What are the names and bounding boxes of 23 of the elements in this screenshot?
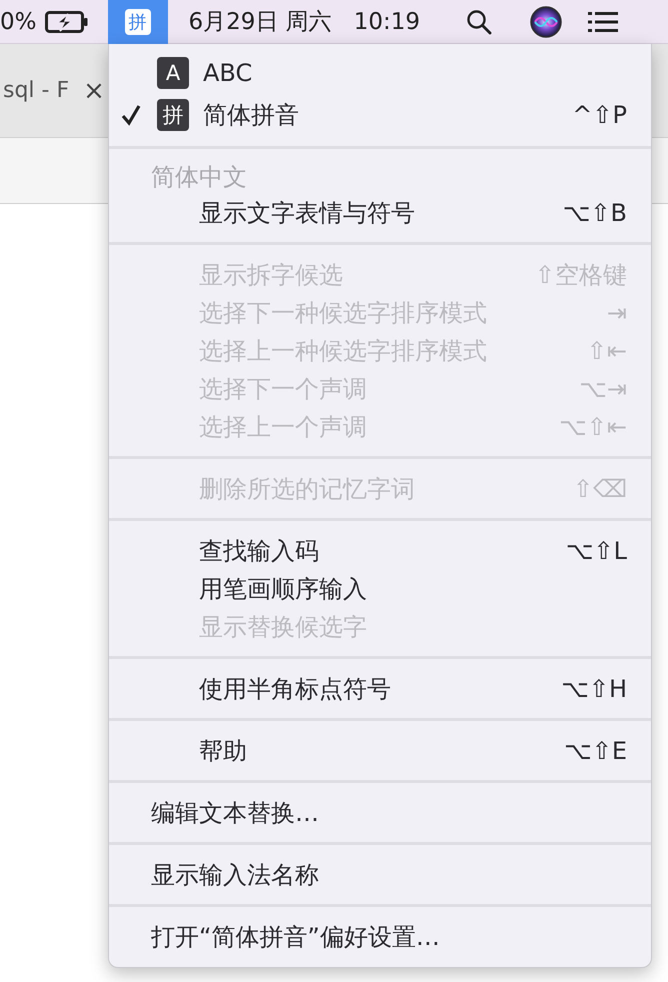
menu-item[interactable]: 显示输入法名称 [109, 856, 651, 894]
input-source-badge: 拼 [157, 99, 189, 131]
menu-item[interactable]: 查找输入码 ⌥⇧L [109, 532, 651, 570]
battery-percent: 0% [0, 8, 36, 34]
close-tab-button[interactable]: × [83, 76, 105, 106]
input-source-badge: A [157, 57, 189, 89]
search-icon[interactable] [466, 8, 492, 34]
menu-bar-date: 6月29日 周六 [188, 8, 332, 37]
menu-bar-clock: 10:19 [354, 8, 420, 34]
menu-item[interactable]: 用笔画顺序输入 [109, 570, 651, 608]
menu-item[interactable]: 帮助 ⌥⇧E [109, 732, 651, 770]
menu-item[interactable]: 拼 简体拼音 ^⇧P [109, 94, 651, 136]
menu-item[interactable]: 打开“简体拼音”偏好设置… [109, 918, 651, 956]
input-menu-button[interactable]: 拼 [108, 0, 168, 44]
menu-item[interactable]: 显示文字表情与符号 ⌥⇧B [109, 194, 651, 232]
browser-tab[interactable]: sql - F [0, 78, 70, 103]
menu-item[interactable]: 使用半角标点符号 ⌥⇧H [109, 670, 651, 708]
menu-item[interactable]: A ABC [109, 52, 651, 94]
menu-item[interactable]: 编辑文本替换… [109, 794, 651, 832]
list-icon[interactable] [588, 10, 618, 32]
battery-charging-icon [44, 10, 88, 34]
siri-icon[interactable] [530, 6, 562, 38]
section-heading: 简体中文 [151, 162, 247, 193]
